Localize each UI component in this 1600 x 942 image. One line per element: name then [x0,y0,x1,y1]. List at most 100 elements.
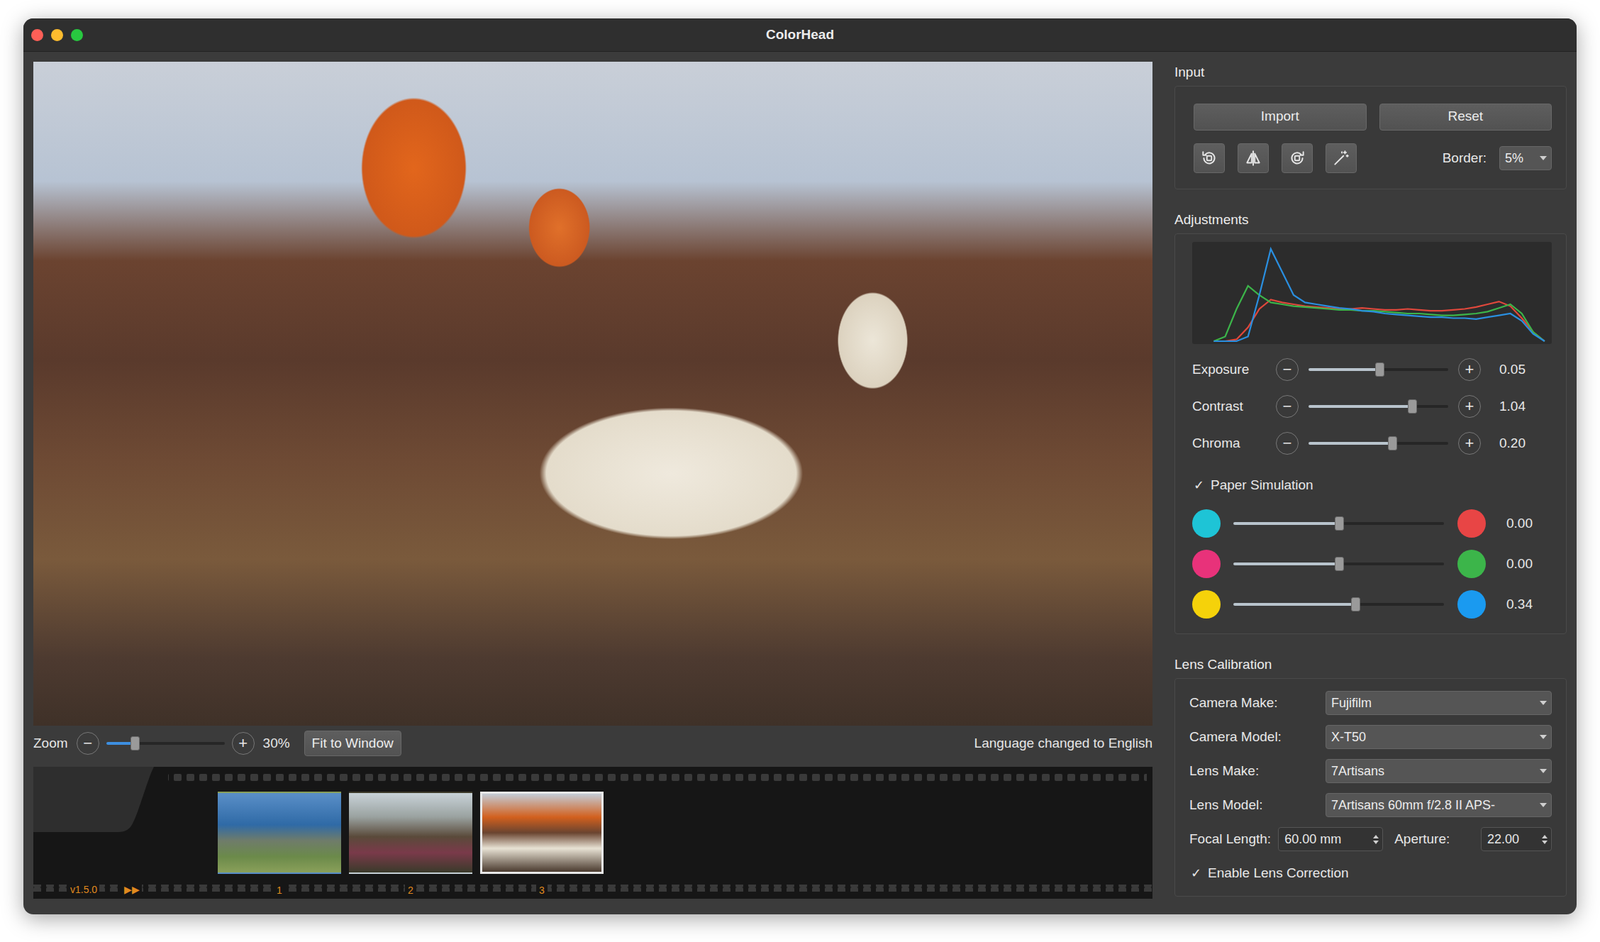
color-balance-slider-thumb[interactable] [1351,597,1361,612]
dropdown-value: 7Artisans 60mm f/2.8 II APS- [1331,797,1535,813]
zoom-in-button[interactable]: + [231,731,255,755]
to-color-dot [1457,509,1486,538]
adjustment-row: Contrast−+1.04 [1192,387,1552,425]
dropdown-arrow-icon [1539,734,1547,740]
film-frame[interactable]: 2 [348,791,473,899]
dropdown-arrow-icon [1539,802,1547,808]
adjustments-section: Exposure−+0.05Contrast−+1.04Chroma−+0.20… [1174,233,1567,635]
adjustment-slider-fill [1308,368,1380,371]
input-section: ImportResetBorder:5% [1174,85,1567,190]
section-title: Lens Calibration [1174,653,1567,679]
magic-wand-button[interactable] [1325,143,1357,174]
close-button[interactable] [31,29,44,42]
checkbox-label: Enable Lens Correction [1207,865,1349,881]
color-balance-slider-fill [1233,602,1356,606]
app-window: ColorHeadZoom−+30%Fit to WindowLanguage … [23,18,1577,915]
focal-length-label: Focal Length: [1189,831,1271,847]
adjustment-slider[interactable] [1308,368,1449,371]
decrease-button[interactable]: − [1275,431,1299,455]
title-bar: ColorHead [23,18,1577,52]
color-balance-row: 0.34 [1192,583,1552,625]
zoom-slider-thumb[interactable] [130,736,140,751]
flip-button[interactable] [1237,143,1269,174]
adjustment-slider[interactable] [1308,404,1449,408]
lens-dropdown[interactable]: 7Artisans 60mm f/2.8 II APS- [1325,792,1552,818]
frame-number: 1 [273,884,286,896]
lens-dropdown[interactable]: Fujifilm [1325,690,1552,715]
section-title: Adjustments [1174,209,1567,234]
adjustment-slider-thumb[interactable] [1375,362,1385,377]
color-balance-slider[interactable] [1233,562,1444,566]
frame-number: 2 [404,884,417,896]
color-balance-slider-thumb[interactable] [1334,516,1344,531]
button-row: Import Reset [1193,103,1552,131]
color-balance-value: 0.00 [1506,515,1533,532]
focal-length-input[interactable]: 60.00 mm [1278,826,1383,852]
play-icon[interactable]: ▶▶ [121,883,142,896]
increase-button[interactable]: + [1458,395,1481,418]
rotate-right-button[interactable] [1281,143,1313,174]
adjustment-slider[interactable] [1308,441,1449,445]
checkmark[interactable]: ✓ [1192,477,1205,493]
adjustment-slider-fill [1308,441,1393,445]
adjustment-row: Chroma−+0.20 [1192,424,1552,462]
import-button[interactable]: Import [1193,103,1367,131]
color-balance-row: 0.00 [1192,502,1552,544]
adjustment-slider-fill [1308,404,1413,408]
decrease-button[interactable]: − [1275,358,1299,381]
viewer: Zoom−+30%Fit to WindowLanguage changed t… [33,61,1153,903]
color-balance-slider-fill [1233,521,1340,525]
frame-thumbnail[interactable] [348,791,473,874]
spin-arrows-icon[interactable] [1369,834,1383,844]
aperture-input[interactable]: 22.00 [1480,826,1552,852]
window-title: ColorHead [765,26,835,43]
filmstrip: v1.5.0▶▶ 1 2 3 [33,766,1153,899]
increase-button[interactable]: + [1458,431,1481,455]
frame-thumbnail[interactable] [480,791,604,874]
dropdown-arrow-icon [1539,768,1547,774]
checkmark[interactable]: ✓ [1189,865,1203,881]
color-balance-slider[interactable] [1233,521,1444,525]
adjustment-value: 0.05 [1499,361,1526,378]
status-message: Language changed to English [974,735,1153,752]
filmstrip-row: v1.5.0▶▶ 1 2 3 [33,766,1153,899]
lens-dropdown[interactable]: X-T50 [1325,724,1552,749]
film-frame[interactable]: 3 [480,791,604,899]
lens-label: Camera Model: [1189,729,1326,745]
zoom-value: 30% [263,735,291,752]
zoom-slider[interactable] [106,741,225,745]
adjustment-label: Exposure [1192,361,1276,378]
rotate-left-button[interactable] [1193,143,1225,174]
adjustment-slider-thumb[interactable] [1407,399,1418,414]
maximize-button[interactable] [70,29,83,42]
to-color-dot [1457,590,1486,619]
zoom-out-button[interactable]: − [76,731,100,755]
rotate-left-icon [1200,148,1219,168]
side-panel: InputImportResetBorder:5%AdjustmentsExpo… [1174,61,1567,903]
decrease-button[interactable]: − [1275,395,1299,418]
color-balance-slider-thumb[interactable] [1334,556,1344,571]
lens-row: Lens Make:7Artisans [1189,753,1552,788]
rotate-right-icon [1287,148,1307,168]
border-dropdown[interactable]: 5% [1499,146,1552,171]
color-balance-slider[interactable] [1233,602,1444,606]
filmstrip-info: v1.5.0▶▶ [33,791,210,899]
dropdown-value: 7Artisans [1331,763,1535,779]
minimize-button[interactable] [51,29,64,42]
increase-button[interactable]: + [1458,358,1481,381]
fit-to-window-button[interactable]: Fit to Window [304,730,402,757]
paper-simulation-checkbox[interactable]: ✓Paper Simulation [1192,467,1552,503]
lens-dropdown[interactable]: 7Artisans [1325,758,1552,783]
adjustment-slider-thumb[interactable] [1387,436,1398,451]
photo-preview [33,61,1153,726]
spin-arrows-icon[interactable] [1538,834,1552,844]
lens-correction-checkbox[interactable]: ✓Enable Lens Correction [1189,856,1552,891]
film-frame[interactable]: 1 [217,791,342,899]
reset-button[interactable]: Reset [1379,103,1553,131]
lens-row: Camera Make:Fujifilm [1189,685,1552,720]
frame-thumbnail[interactable] [217,791,342,874]
lens-label: Lens Model: [1189,797,1326,813]
flip-icon [1243,148,1263,168]
dropdown-arrow-icon [1539,700,1547,705]
adjustment-label: Chroma [1192,435,1276,452]
